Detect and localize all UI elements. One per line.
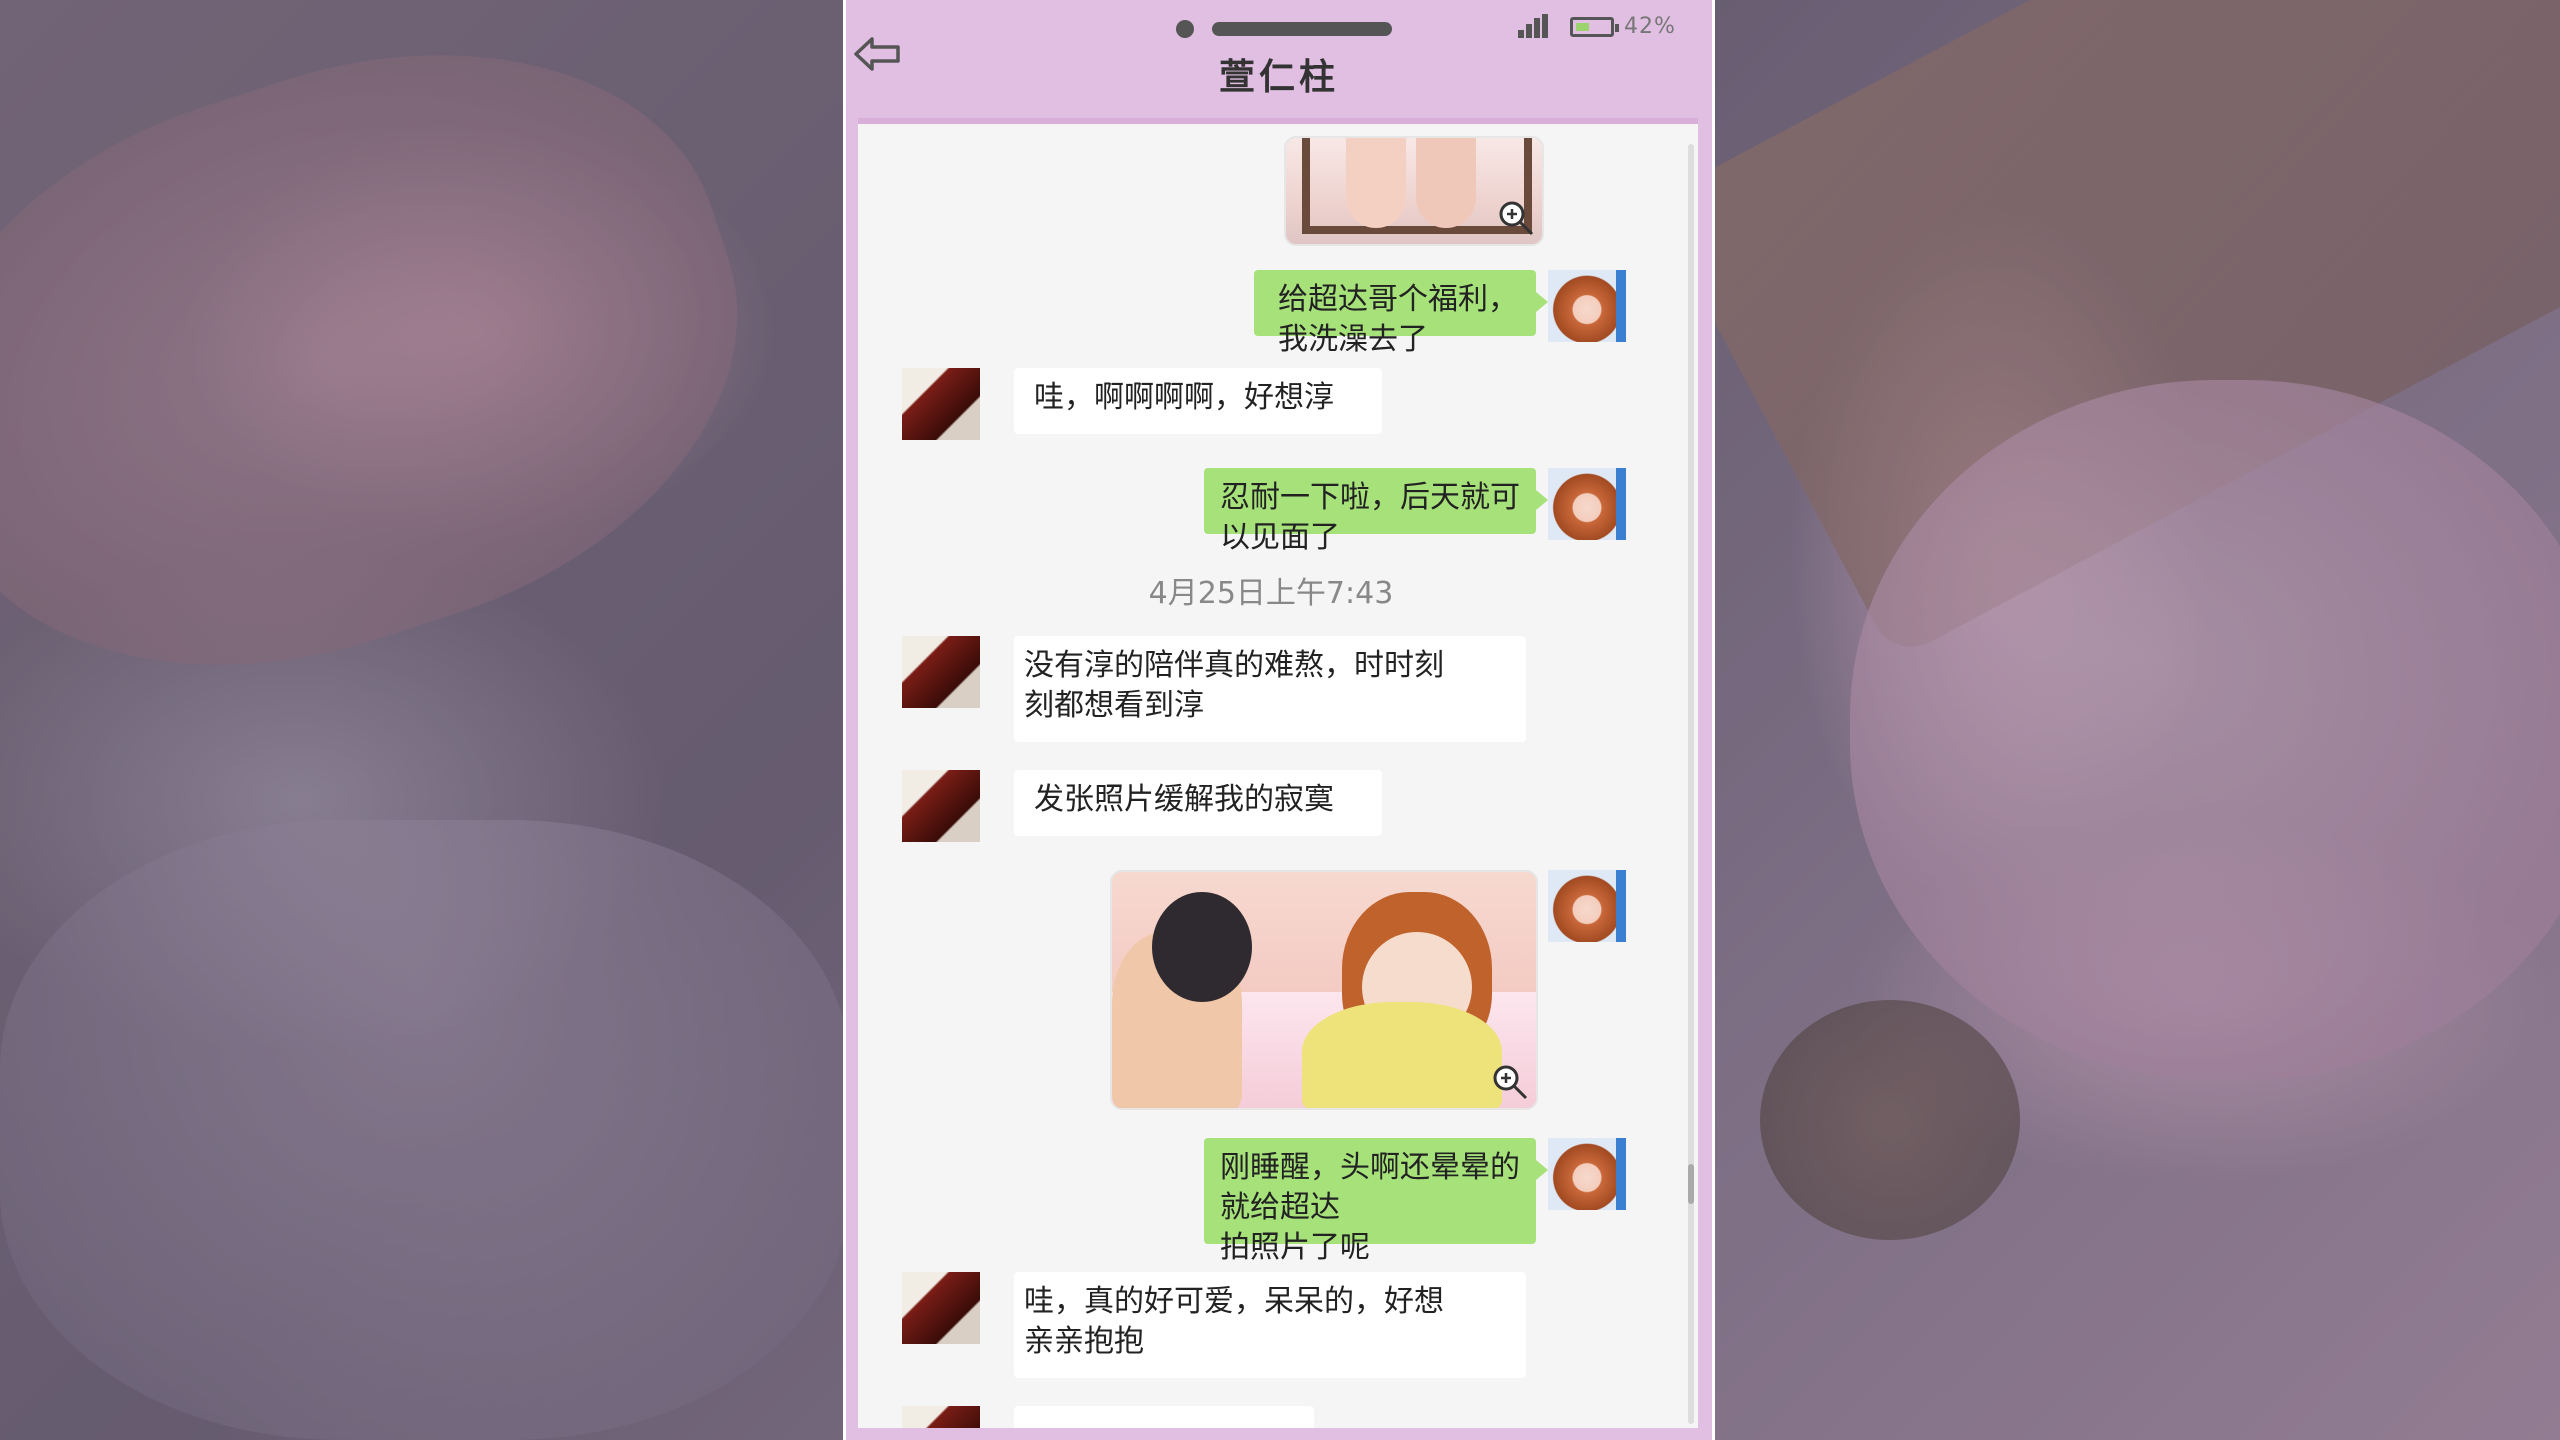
message-bubble-out: 忍耐一下啦，后天就可以见面了	[1204, 468, 1548, 555]
message-bubble-out: 刚睡醒，头啊还晕晕的就给超达 拍照片了呢	[1204, 1138, 1548, 1265]
chat-window[interactable]: 给超达哥个福利，我洗澡去了 哇，啊啊啊啊，好想淳 忍耐一下啦，后天就可以见面了 …	[858, 118, 1698, 1428]
zoom-icon[interactable]	[1496, 198, 1536, 238]
signal-icon	[1518, 14, 1548, 38]
scrollbar[interactable]	[1688, 144, 1694, 1424]
avatar[interactable]	[902, 1406, 980, 1428]
photo-message[interactable]	[1110, 870, 1538, 1110]
avatar[interactable]	[902, 368, 980, 440]
message-bubble-in: 没有淳的陪伴真的难熬，时时刻 刻都想看到淳	[1014, 636, 1526, 742]
message-bubble-in: 哇，啊啊啊啊，好想淳	[1014, 368, 1382, 434]
message-timestamp: 4月25日上午7:43	[1148, 576, 1394, 611]
message-bubble-out: 给超达哥个福利，我洗澡去了	[1254, 270, 1548, 357]
message-bubble-in: 发张照片缓解我的寂寞	[1014, 770, 1382, 836]
zoom-icon[interactable]	[1490, 1062, 1530, 1102]
page-title: 萱仁柱	[1218, 57, 1339, 98]
avatar[interactable]	[1548, 870, 1626, 942]
phone-frame: 42% 萱仁柱 给超达哥个福利，我洗澡去了 哇，啊啊啊啊，好想淳 忍耐一下啦，后…	[843, 0, 1715, 1440]
photo-message[interactable]	[1284, 136, 1544, 246]
message-bubble-in	[1014, 1406, 1314, 1428]
camera-dot	[1176, 20, 1194, 38]
message-bubble-in: 哇，真的好可爱，呆呆的，好想 亲亲抱抱	[1014, 1272, 1526, 1378]
battery-icon	[1570, 17, 1619, 37]
battery-percent: 42%	[1624, 14, 1676, 39]
avatar[interactable]	[902, 1272, 980, 1344]
avatar[interactable]	[1548, 468, 1626, 540]
avatar[interactable]	[1548, 1138, 1626, 1210]
avatar[interactable]	[902, 636, 980, 708]
avatar[interactable]	[1548, 270, 1626, 342]
speaker-bar	[1212, 22, 1392, 36]
avatar[interactable]	[902, 770, 980, 842]
